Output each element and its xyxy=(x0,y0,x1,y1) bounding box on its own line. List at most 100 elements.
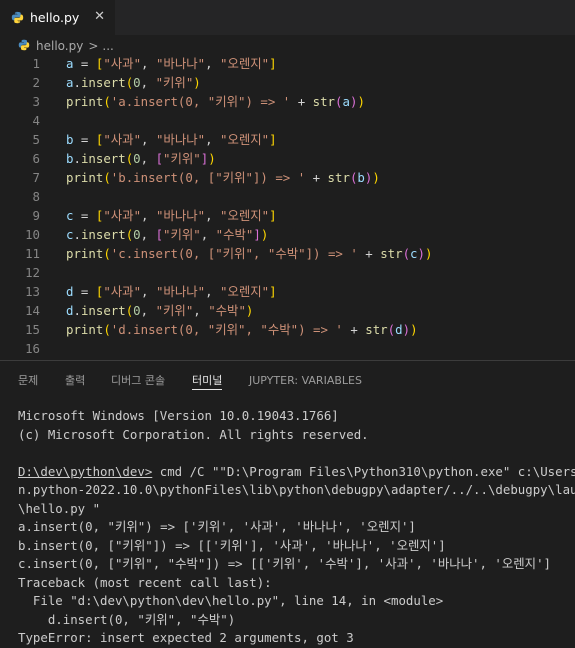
code-text: c.insert(0, ["키위", "수박"]) xyxy=(66,225,268,244)
tab-hello-py[interactable]: hello.py ✕ xyxy=(0,0,115,35)
breadcrumb-file[interactable]: hello.py xyxy=(36,39,83,53)
code-token: , xyxy=(200,227,216,242)
code-token: = xyxy=(73,132,96,147)
terminal-line: Microsoft Windows [Version 10.0.19043.17… xyxy=(18,408,339,423)
line-number: 5 xyxy=(32,132,40,147)
code-token: ) xyxy=(208,151,216,166)
code-token: "사과" xyxy=(103,132,142,147)
code-token: , xyxy=(141,208,156,223)
tab-jupyter-variables[interactable]: JUPYTER: VARIABLES xyxy=(249,374,362,394)
terminal-line: c.insert(0, ["키위", "수박"]) => [['키위', '수박… xyxy=(18,556,552,571)
code-token: str xyxy=(380,246,403,261)
terminal-line: \hello.py " xyxy=(18,500,101,516)
terminal-line: d.insert(0, "키위", "수박") xyxy=(18,611,236,627)
tab-problems[interactable]: 문제 xyxy=(18,374,38,394)
panel-tab-bar: 문제 출력 디버그 콘솔 터미널 JUPYTER: VARIABLES xyxy=(0,361,575,401)
code-text: a = ["사과", "바나나", "오렌지"] xyxy=(66,54,277,73)
tab-debug-console[interactable]: 디버그 콘솔 xyxy=(111,374,165,394)
code-token: str xyxy=(365,322,388,337)
code-line[interactable]: 15 print('d.insert(0, "키위", "수박") => ' + … xyxy=(0,320,575,339)
code-text: print('a.insert(0, "키위") => ' + str(a)) xyxy=(66,92,365,111)
code-token: 'b.insert(0, ["키위"]) => ' xyxy=(110,170,306,185)
code-token: ] xyxy=(269,56,277,71)
code-token: ( xyxy=(103,94,111,109)
line-number: 15 xyxy=(25,322,40,337)
line-number: 2 xyxy=(32,75,40,90)
code-token: print xyxy=(66,322,104,337)
line-number: 6 xyxy=(32,151,40,166)
terminal-output[interactable]: Microsoft Windows [Version 10.0.19043.17… xyxy=(18,407,575,648)
line-number: 14 xyxy=(25,303,40,318)
code-line[interactable]: 14 d.insert(0, "키위", "수박") xyxy=(0,301,575,320)
code-text: print('b.insert(0, ["키위"]) => ' + str(b)… xyxy=(66,168,380,187)
line-number: 8 xyxy=(32,189,40,204)
code-token: insert xyxy=(80,227,126,242)
editor-tab-bar: hello.py ✕ xyxy=(0,0,575,35)
code-line[interactable]: 16 xyxy=(0,339,575,358)
code-token: ) xyxy=(245,303,254,318)
code-token: "키위" xyxy=(163,227,201,242)
code-token: , xyxy=(140,151,156,166)
code-token: "키위" xyxy=(155,75,194,90)
code-text: d = ["사과", "바나나", "오렌지"] xyxy=(66,282,277,301)
code-line[interactable]: 8 xyxy=(0,187,575,206)
code-line[interactable]: 5 b = ["사과", "바나나", "오렌지"] xyxy=(0,130,575,149)
code-token: + xyxy=(305,170,328,185)
code-line[interactable]: 9 c = ["사과", "바나나", "오렌지"] xyxy=(0,206,575,225)
code-line[interactable]: 3 print('a.insert(0, "키위") => ' + str(a)) xyxy=(0,92,575,111)
code-token: [ xyxy=(155,151,164,166)
code-token: 'a.insert(0, "키위") => ' xyxy=(110,94,291,109)
close-icon[interactable]: ✕ xyxy=(94,9,105,25)
code-token: "바나나" xyxy=(155,132,206,147)
code-line[interactable]: 1 a = ["사과", "바나나", "오렌지"] xyxy=(0,54,575,73)
code-line[interactable]: 11 print('c.insert(0, ["키위", "수박"]) => ' … xyxy=(0,244,575,263)
terminal-command: cmd /C ""D:\Program Files\Python310\pyth… xyxy=(159,463,575,479)
code-token: = xyxy=(73,56,96,71)
code-token: "수박" xyxy=(208,303,246,318)
breadcrumb-more[interactable]: ... xyxy=(102,39,113,53)
code-token: ) xyxy=(357,94,365,109)
code-line[interactable]: 10 c.insert(0, ["키위", "수박"]) xyxy=(0,225,575,244)
code-token: ) xyxy=(402,322,411,337)
code-line[interactable]: 12 xyxy=(0,263,575,282)
line-number: 13 xyxy=(25,284,40,299)
python-icon xyxy=(18,39,31,52)
code-token: = xyxy=(73,284,96,299)
code-text: b.insert(0, ["키위"]) xyxy=(66,149,216,168)
code-token: "키위" xyxy=(163,151,201,166)
code-token: "오렌지" xyxy=(220,132,270,147)
code-text: b = ["사과", "바나나", "오렌지"] xyxy=(66,130,277,149)
tab-output[interactable]: 출력 xyxy=(65,374,85,394)
code-token: 0 xyxy=(133,75,141,90)
code-token: a xyxy=(342,94,350,109)
bottom-panel: 문제 출력 디버그 콘솔 터미널 JUPYTER: VARIABLES Micr… xyxy=(0,360,575,645)
terminal-line: TypeError: insert expected 2 arguments, … xyxy=(18,630,354,645)
code-token: , xyxy=(141,132,156,147)
code-line[interactable]: 13 d = ["사과", "바나나", "오렌지"] xyxy=(0,282,575,301)
code-editor[interactable]: 1a = ["사과", "바나나", "오렌지"] 2 a.insert(0, "키… xyxy=(0,54,575,359)
code-token: ) xyxy=(260,227,269,242)
code-token: ( xyxy=(103,170,111,185)
code-line[interactable]: 6 b.insert(0, ["키위"]) xyxy=(0,149,575,168)
code-line[interactable]: 4 xyxy=(0,111,575,130)
line-number: 7 xyxy=(32,170,40,185)
code-token: ( xyxy=(335,94,343,109)
code-token: = xyxy=(73,208,96,223)
terminal-line: (c) Microsoft Corporation. All rights re… xyxy=(18,426,369,442)
breadcrumb: hello.py > ... xyxy=(0,35,575,56)
code-token: , xyxy=(140,75,156,90)
code-token: ( xyxy=(387,322,396,337)
code-token: "바나나" xyxy=(155,284,206,299)
code-token: , xyxy=(140,303,156,318)
code-line[interactable]: 7 print('b.insert(0, ["키위"]) => ' + str(b… xyxy=(0,168,575,187)
code-token: . xyxy=(73,75,81,90)
code-token: 0 xyxy=(133,227,141,242)
line-number: 4 xyxy=(32,113,40,128)
code-line[interactable]: 2 a.insert(0, "키위") xyxy=(0,73,575,92)
code-text: print('c.insert(0, ["키위", "수박"]) => ' + … xyxy=(66,244,432,263)
code-token: ] xyxy=(269,208,277,223)
tab-terminal[interactable]: 터미널 xyxy=(192,374,223,390)
line-number: 16 xyxy=(25,341,40,356)
code-token: insert xyxy=(80,151,126,166)
